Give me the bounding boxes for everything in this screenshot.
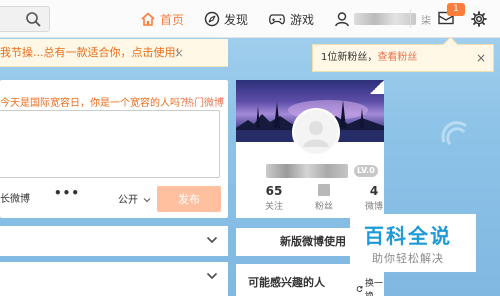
watermark-title: 百科全说 [364, 224, 452, 248]
notice-text[interactable]: 我节操...总有一款适合你，点击使用! [0, 46, 180, 59]
chevron-down-icon [143, 198, 151, 203]
level-badge[interactable]: LV.0 [354, 165, 378, 177]
posts-stat[interactable]: 4 微博 [352, 184, 396, 212]
avatar[interactable] [292, 108, 340, 156]
fan-tip-close-button[interactable]: × [476, 45, 486, 71]
nav-user[interactable]: 柒 [334, 9, 431, 29]
nav-game[interactable]: 游戏 [268, 9, 314, 29]
nickname-blurred[interactable] [266, 164, 348, 178]
watermark-subtitle: 助你轻松解决 [372, 252, 444, 265]
default-avatar-icon [303, 121, 329, 147]
interest-title: 可能感兴趣的人 [248, 276, 325, 289]
wifi-decoration-icon [441, 121, 467, 145]
long-weibo-button[interactable]: 长微博 [0, 190, 30, 205]
refresh-label: 换一换 [365, 279, 384, 296]
cover-edit-corner[interactable] [370, 80, 384, 94]
more-options-button[interactable]: ••• [54, 186, 80, 200]
posts-label: 微博 [364, 202, 383, 212]
user-name-blurred [354, 13, 416, 25]
gamepad-icon [269, 14, 285, 25]
nav-game-label: 游戏 [290, 12, 315, 27]
hot-weibo-link[interactable]: 热门微博 [184, 94, 224, 109]
nav-discover-label: 发现 [224, 12, 249, 27]
refresh-button[interactable]: 换一换 [356, 276, 384, 296]
visibility-select[interactable]: 公开 [118, 191, 151, 206]
new-fans-tooltip: 1位新粉丝，查看粉丝 × [312, 44, 494, 72]
visibility-label: 公开 [118, 195, 138, 206]
post-composer: 今天是国际宽容日，你是一个宽容的人吗？ 热门微博 长微博 ••• 公开 发布 [0, 80, 228, 218]
top-nav: 首页 发现 游戏 柒 1 [0, 0, 500, 38]
nav-home[interactable]: 首页 [140, 9, 184, 29]
fans-label: 粉丝 [314, 202, 333, 212]
profile-card: LV.0 65 关注 粉丝 4 微博 [236, 80, 384, 218]
compass-icon [204, 11, 220, 27]
follow-stat[interactable]: 65 关注 [252, 184, 296, 212]
fans-stat[interactable]: 粉丝 [302, 184, 346, 212]
nav-discover[interactable]: 发现 [204, 9, 248, 29]
feed-group-bar[interactable] [0, 226, 228, 256]
user-name-tail: 柒 [421, 15, 431, 27]
chevron-down-icon[interactable] [206, 271, 218, 281]
posts-count: 4 [369, 184, 379, 198]
feed-sort-bar[interactable] [0, 262, 228, 296]
post-textarea[interactable] [0, 110, 220, 178]
gear-icon[interactable] [471, 11, 487, 27]
user-icon [335, 12, 349, 27]
message-badge: 1 [447, 3, 465, 16]
watermark-logo: 百科全说 助你轻松解决 [350, 214, 476, 272]
fan-tip-text: 1位新粉丝， [321, 52, 378, 63]
notice-close-button[interactable]: × [174, 39, 184, 66]
view-fans-link[interactable]: 查看粉丝 [377, 52, 417, 63]
follow-label: 关注 [264, 202, 283, 212]
search-icon[interactable] [25, 11, 41, 27]
nav-divider [410, 10, 411, 28]
follow-count: 65 [265, 184, 283, 198]
publish-button[interactable]: 发布 [157, 186, 221, 212]
composer-prompt: 今天是国际宽容日，你是一个宽容的人吗？ [0, 98, 190, 109]
nav-home-label: 首页 [160, 12, 185, 27]
notice-bar[interactable]: 我节操...总有一款适合你，点击使用! × [0, 39, 228, 67]
refresh-icon [356, 286, 363, 292]
edition-title: 新版微博使用 [280, 235, 346, 248]
fans-count-blurred [302, 184, 346, 199]
search-input[interactable] [0, 6, 50, 32]
home-icon [141, 12, 155, 26]
chevron-down-icon[interactable] [206, 235, 218, 245]
